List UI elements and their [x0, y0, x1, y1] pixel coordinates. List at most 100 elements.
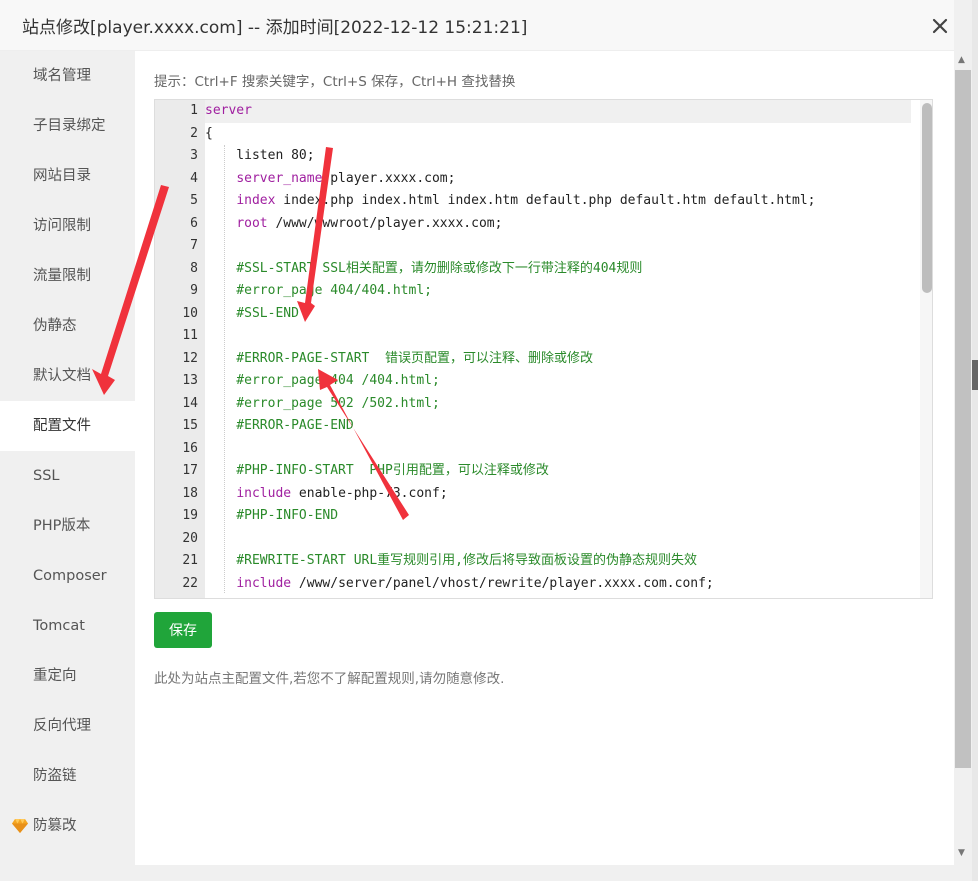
sidebar-item-traffic-limit[interactable]: 流量限制 — [0, 251, 135, 301]
sidebar-item-label: PHP版本 — [33, 518, 91, 534]
code-line[interactable]: #SSL-END — [205, 303, 920, 326]
sidebar-item-tamper-proof[interactable]: 防篡改 — [0, 801, 135, 851]
dialog-scroll-thumb[interactable] — [955, 70, 971, 768]
sidebar-item-label: 防盗链 — [33, 768, 77, 784]
sidebar-item-label: 域名管理 — [33, 68, 91, 84]
sidebar-item-hotlink[interactable]: 防盗链 — [0, 751, 135, 801]
code-comment: #PHP-INFO-END — [205, 508, 339, 523]
sidebar-item-access-limit[interactable]: 访问限制 — [0, 201, 135, 251]
code-line[interactable]: #ERROR-PAGE-START 错误页配置，可以注释、删除或修改 — [205, 348, 920, 371]
sidebar-item-label: 反向代理 — [33, 718, 91, 734]
line-number: 4 — [190, 170, 198, 186]
code-line[interactable]: #error_page 404/404.html; — [205, 280, 920, 303]
code-line[interactable]: #PHP-INFO-END — [205, 505, 920, 528]
close-button[interactable] — [927, 13, 953, 39]
background-scroll-mark — [972, 360, 978, 390]
code-line[interactable] — [205, 528, 920, 551]
diamond-icon — [12, 819, 28, 833]
line-number: 12 — [182, 350, 198, 366]
site-settings-dialog: 站点修改[player.xxxx.com] -- 添加时间[2022-12-12… — [0, 0, 954, 865]
code-editor[interactable]: 1 2 3 4 5 6 7 8 9 10 11 12 13 14 15 16 1… — [154, 99, 933, 599]
sidebar-item-php-version[interactable]: PHP版本 — [0, 501, 135, 551]
line-number: 22 — [182, 575, 198, 591]
sidebar-item-ssl[interactable]: SSL — [0, 451, 135, 501]
line-number: 11 — [182, 328, 198, 343]
close-icon — [932, 18, 948, 34]
line-number: 17 — [182, 463, 198, 478]
sidebar-item-config-file[interactable]: 配置文件 — [0, 401, 135, 451]
code-keyword: include — [236, 575, 292, 591]
sidebar-item-redirect[interactable]: 重定向 — [0, 651, 135, 701]
sidebar-item-site-directory[interactable]: 网站目录 — [0, 151, 135, 201]
code-line[interactable] — [205, 235, 920, 258]
line-number: 6 — [190, 215, 198, 231]
code-comment: #error_page 404 /404.html; — [205, 373, 440, 388]
code-line[interactable] — [205, 325, 920, 348]
background-page — [972, 0, 978, 881]
scroll-down-icon[interactable]: ▼ — [958, 848, 965, 858]
code-keyword: index — [236, 193, 276, 208]
line-number: 19 — [182, 508, 198, 523]
code-text: listen 80; — [205, 148, 315, 163]
code-text: /www/server/panel/vhost/rewrite/player.x… — [291, 575, 714, 591]
sidebar-item-label: Tomcat — [33, 618, 85, 634]
code-text-area[interactable]: server { listen 80; server_name player.xx… — [205, 100, 920, 598]
sidebar-item-reverse-proxy[interactable]: 反向代理 — [0, 701, 135, 751]
shortcut-hint: 提示：Ctrl+F 搜索关键字，Ctrl+S 保存，Ctrl+H 查找替换 — [154, 74, 516, 90]
line-number: 21 — [182, 553, 198, 568]
code-keyword: root — [236, 215, 268, 231]
sidebar-item-label: 子目录绑定 — [33, 118, 106, 134]
line-number: 8 — [190, 260, 198, 276]
code-line[interactable]: #REWRITE-START URL重写规则引用,修改后将导致面板设置的伪静态规… — [205, 550, 920, 573]
line-number-gutter: 1 2 3 4 5 6 7 8 9 10 11 12 13 14 15 16 1… — [155, 100, 205, 598]
code-line[interactable] — [205, 438, 920, 461]
sidebar-item-label: 流量限制 — [33, 268, 91, 284]
code-line[interactable]: #SSL-START SSL相关配置，请勿删除或修改下一行带注释的404规则 — [205, 258, 920, 281]
code-line[interactable]: #error_page 404 /404.html; — [205, 370, 920, 393]
sidebar-item-label: 网站目录 — [33, 168, 91, 184]
code-comment: #SSL-END — [205, 305, 299, 321]
code-text: index.php index.html index.htm default.p… — [275, 193, 816, 208]
sidebar-item-tomcat[interactable]: Tomcat — [0, 601, 135, 651]
code-line[interactable]: server — [205, 100, 920, 123]
code-text: enable-php-73.conf; — [291, 485, 448, 501]
line-number: 16 — [182, 440, 198, 456]
editor-scrollbar[interactable] — [920, 100, 932, 598]
code-comment: #REWRITE-START URL重写规则引用,修改后将导致面板设置的伪静态规… — [205, 553, 698, 568]
sidebar-item-domain[interactable]: 域名管理 — [0, 51, 135, 101]
sidebar-item-subdirectory[interactable]: 子目录绑定 — [0, 101, 135, 151]
sidebar-item-composer[interactable]: Composer — [0, 551, 135, 601]
code-line[interactable]: #error_page 502 /502.html; — [205, 393, 920, 416]
code-line[interactable]: index index.php index.html index.htm def… — [205, 190, 920, 213]
line-number: 20 — [182, 530, 198, 546]
dialog-titlebar: 站点修改[player.xxxx.com] -- 添加时间[2022-12-12… — [0, 0, 954, 51]
save-button[interactable]: 保存 — [154, 612, 212, 648]
code-line[interactable]: include /www/server/panel/vhost/rewrite/… — [205, 573, 920, 596]
code-line[interactable]: include enable-php-73.conf; — [205, 483, 920, 506]
code-line[interactable]: root /www/wwwroot/player.xxxx.com; — [205, 213, 920, 236]
code-comment: #ERROR-PAGE-END — [205, 418, 354, 433]
code-line[interactable]: #ERROR-PAGE-END — [205, 415, 920, 438]
sidebar-item-label: 伪静态 — [33, 318, 77, 334]
sidebar-item-label: 防篡改 — [33, 818, 77, 834]
config-warning-note: 此处为站点主配置文件,若您不了解配置规则,请勿随意修改. — [154, 671, 505, 687]
code-keyword: server — [205, 103, 252, 118]
code-line[interactable]: { — [205, 123, 920, 146]
sidebar-item-label: Composer — [33, 568, 107, 584]
sidebar-item-default-doc[interactable]: 默认文档 — [0, 351, 135, 401]
code-text: /www/wwwroot/player.xxxx.com; — [267, 215, 503, 231]
scroll-up-icon[interactable]: ▲ — [958, 55, 965, 65]
code-line[interactable]: #PHP-INFO-START PHP引用配置，可以注释或修改 — [205, 460, 920, 483]
code-keyword: include — [236, 485, 292, 501]
code-line[interactable]: server_name player.xxxx.com; — [205, 168, 920, 191]
code-comment: #SSL-START SSL相关配置，请勿删除或修改下一行带注释的404规则 — [205, 260, 643, 276]
code-line[interactable]: listen 80; — [205, 145, 920, 168]
editor-scroll-thumb[interactable] — [922, 103, 932, 293]
line-number: 5 — [190, 193, 198, 208]
line-number: 15 — [182, 418, 198, 433]
line-number: 3 — [190, 148, 198, 163]
line-number: 10 — [182, 305, 198, 321]
sidebar-item-rewrite[interactable]: 伪静态 — [0, 301, 135, 351]
